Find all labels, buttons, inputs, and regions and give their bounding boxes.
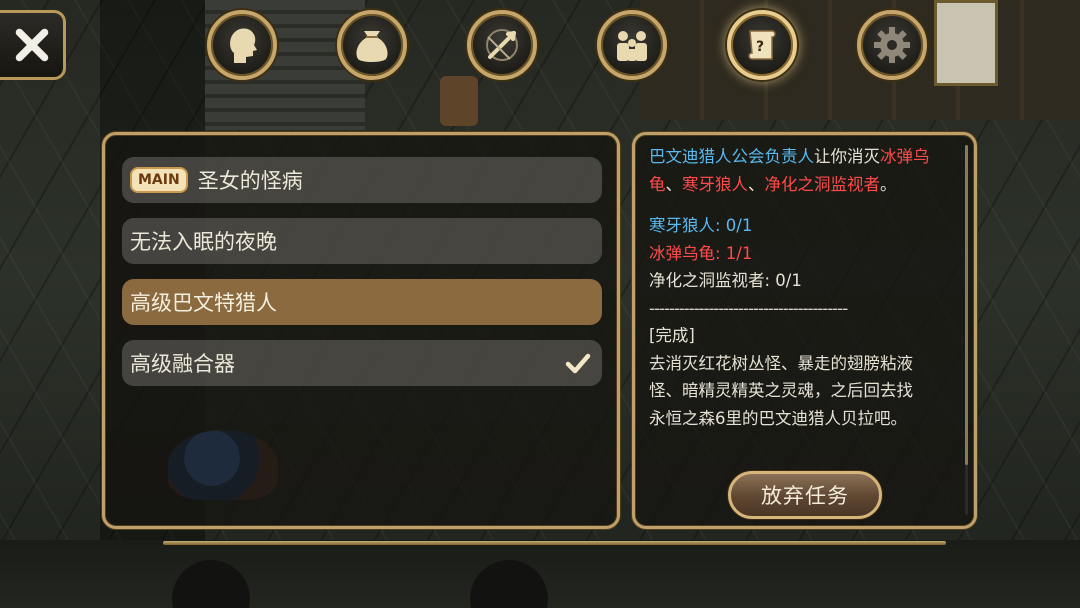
separator: 、 bbox=[748, 174, 765, 194]
quest-item-main[interactable]: MAIN 圣女的怪病 bbox=[122, 157, 602, 203]
abandon-quest-button[interactable]: 放弃任务 bbox=[728, 471, 882, 519]
tab-character[interactable] bbox=[207, 10, 277, 80]
target-name: 寒牙狼人 bbox=[682, 174, 748, 194]
quest-objective: 巴文迪猎人公会负责人让你消灭冰弹乌龟、寒牙狼人、净化之洞监视者。 bbox=[649, 143, 961, 198]
svg-text:?: ? bbox=[756, 39, 764, 55]
progress-line: 净化之洞监视者: 0/1 bbox=[649, 271, 802, 290]
close-x-icon bbox=[15, 28, 48, 62]
quest-item[interactable]: 无法入眠的夜晚 bbox=[122, 218, 602, 264]
bottom-divider bbox=[163, 541, 946, 545]
head-silhouette-icon bbox=[230, 28, 257, 63]
quest-title: 高级融合器 bbox=[130, 352, 235, 376]
target-name: 净化之洞监视者 bbox=[764, 174, 881, 194]
scene-barrel bbox=[440, 76, 478, 126]
bag-icon bbox=[356, 31, 388, 62]
detail-scrollbar-thumb[interactable] bbox=[965, 145, 968, 465]
objective-verb: 让你消灭 bbox=[814, 147, 880, 166]
tab-skills[interactable] bbox=[467, 10, 537, 80]
end-punct: 。 bbox=[880, 174, 897, 194]
checkmark-icon bbox=[565, 353, 591, 374]
crossed-swords-icon bbox=[486, 29, 518, 61]
quest-title: 圣女的怪病 bbox=[197, 169, 303, 193]
progress-line: 冰弹乌龟: 1/1 bbox=[649, 243, 753, 263]
complete-text-line: 永恒之森6里的巴文迪猎人贝拉吧。 bbox=[649, 408, 907, 428]
tab-inventory[interactable] bbox=[337, 10, 407, 80]
quest-list-panel: MAIN 圣女的怪病 无法入眠的夜晚 高级巴文特猎人 高级融合器 bbox=[102, 132, 620, 529]
progress-line: 寒牙狼人: 0/1 bbox=[649, 216, 753, 235]
quest-giver: 巴文迪猎人公会负责人 bbox=[649, 147, 814, 166]
main-quest-badge: MAIN bbox=[130, 167, 188, 193]
people-icon bbox=[617, 31, 647, 61]
quest-item-selected[interactable]: 高级巴文特猎人 bbox=[122, 279, 602, 325]
quest-description: 巴文迪猎人公会负责人让你消灭冰弹乌龟、寒牙狼人、净化之洞监视者。 寒牙狼人: 0… bbox=[649, 143, 961, 432]
divider: ---------------------------------------- bbox=[649, 298, 848, 318]
detail-scrollbar[interactable] bbox=[965, 145, 968, 515]
tab-social[interactable] bbox=[597, 10, 667, 80]
close-button[interactable] bbox=[0, 10, 66, 80]
gear-icon bbox=[874, 27, 910, 63]
complete-text-line: 去消灭红花树丛怪、暴走的翅膀粘液 bbox=[649, 353, 913, 373]
quest-detail-panel: 巴文迪猎人公会负责人让你消灭冰弹乌龟、寒牙狼人、净化之洞监视者。 寒牙狼人: 0… bbox=[632, 132, 977, 529]
complete-header: [完成] bbox=[649, 326, 695, 345]
quest-title: 高级巴文特猎人 bbox=[130, 291, 277, 315]
scene-painting bbox=[934, 0, 998, 86]
tab-settings[interactable] bbox=[857, 10, 927, 80]
tab-quests[interactable]: ? bbox=[727, 10, 797, 80]
separator: 、 bbox=[665, 174, 683, 194]
quest-title: 无法入眠的夜晚 bbox=[130, 230, 277, 254]
complete-text-line: 怪、暗精灵精英之灵魂，之后回去找 bbox=[649, 381, 913, 400]
quest-scroll-icon: ? bbox=[748, 30, 776, 60]
quest-item-completed[interactable]: 高级融合器 bbox=[122, 340, 602, 386]
